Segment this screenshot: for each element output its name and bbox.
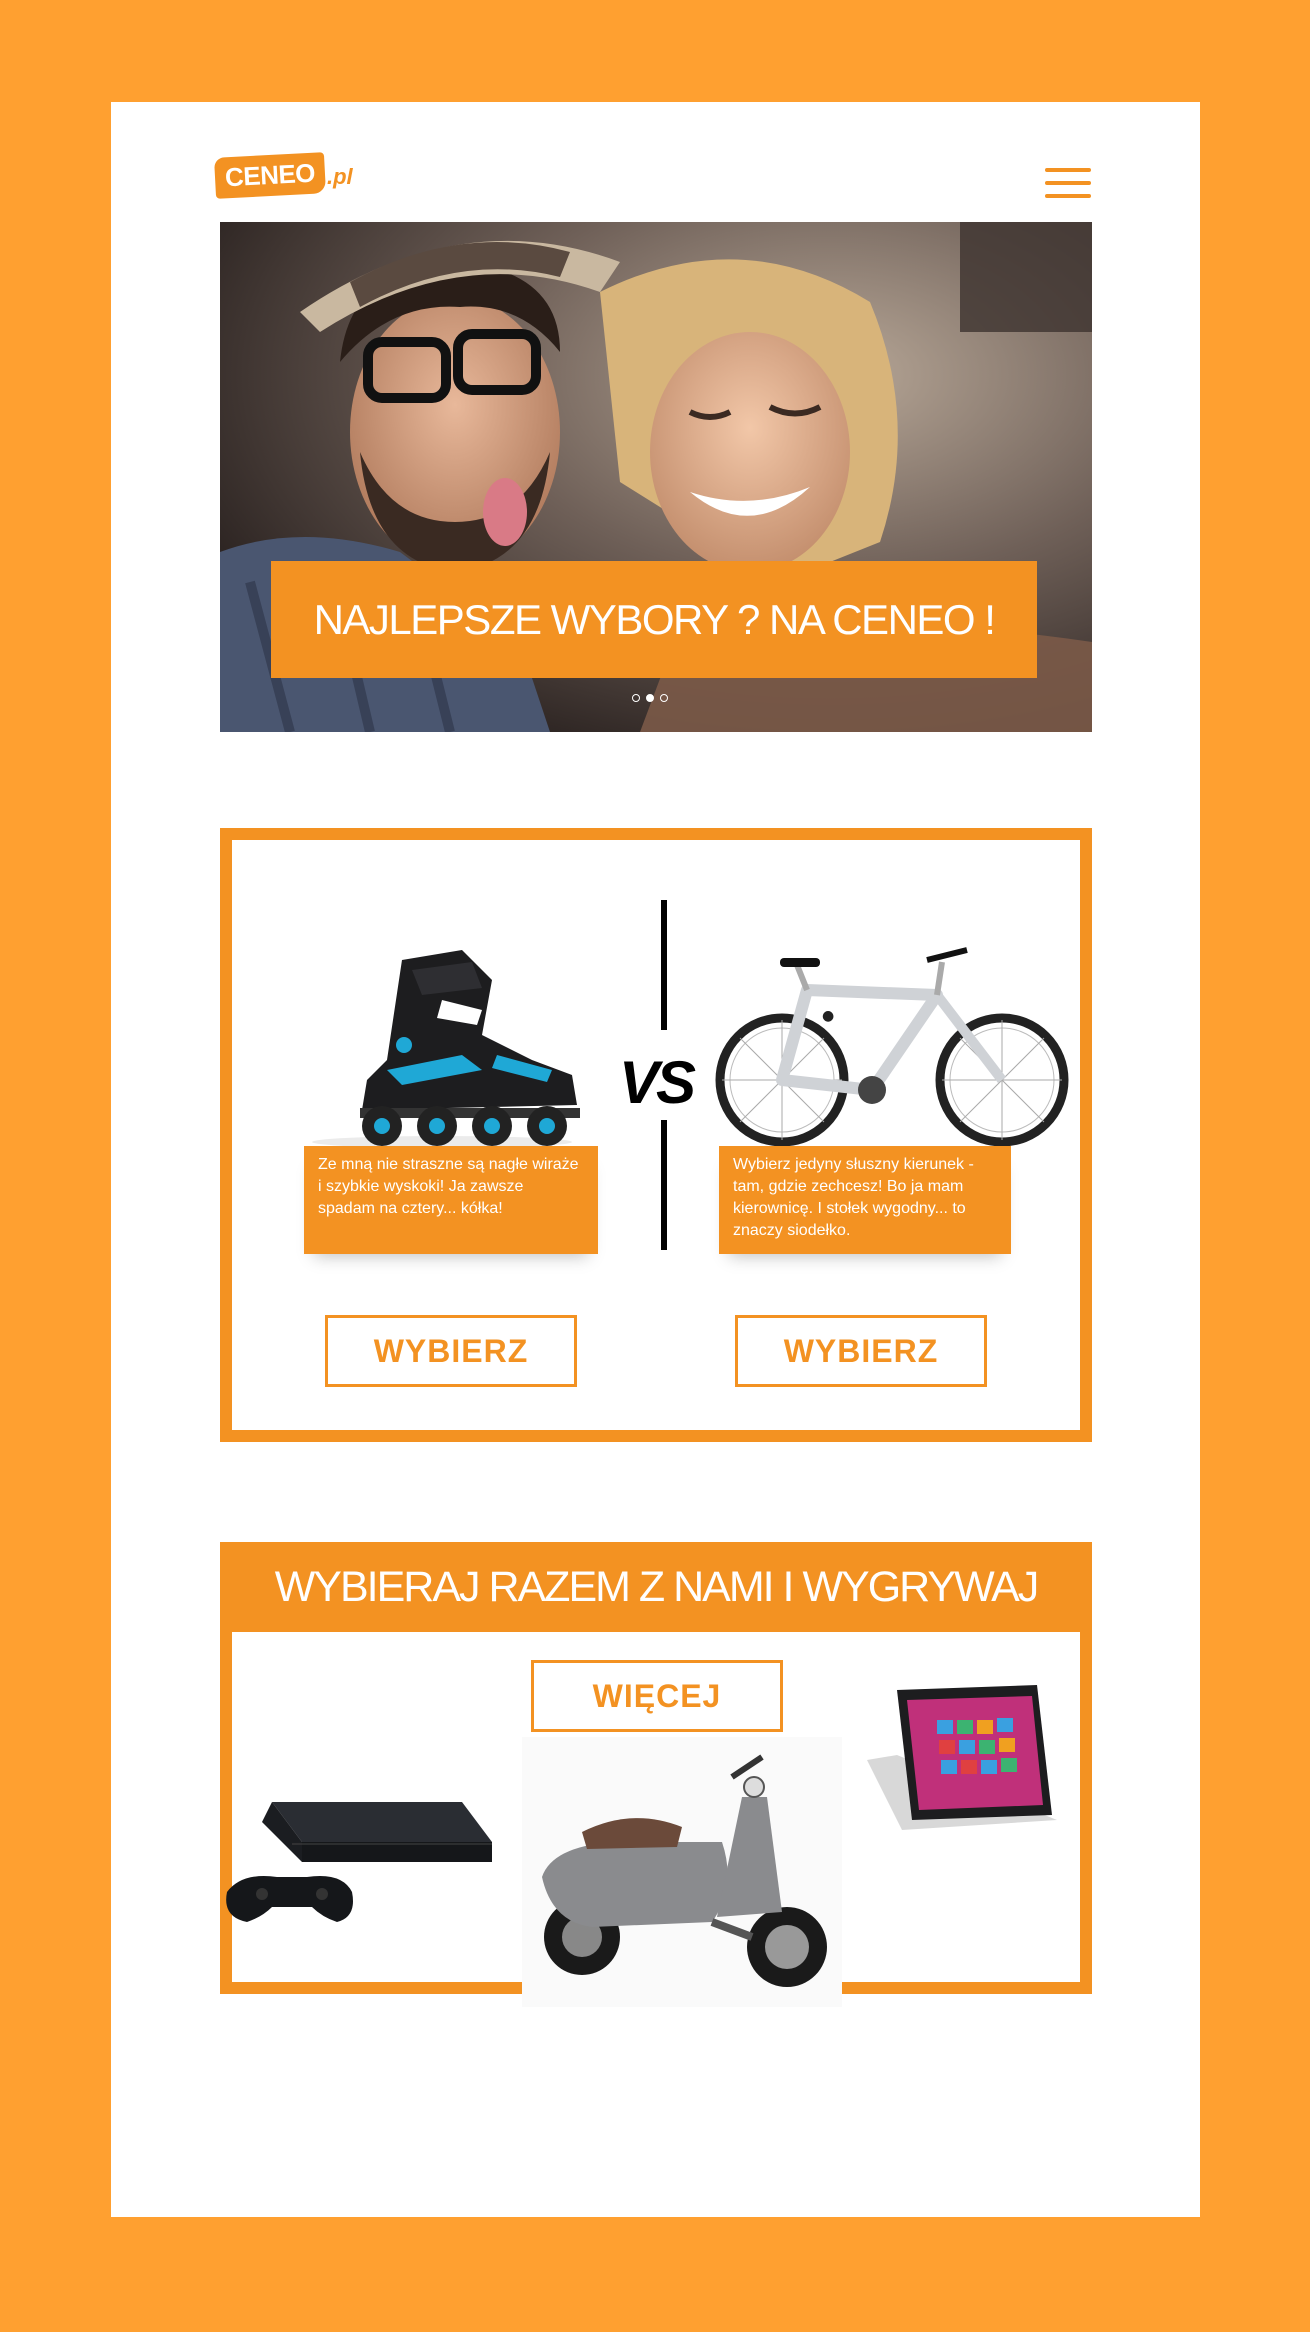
svg-text:●: ● xyxy=(822,1008,834,1024)
hamburger-menu-icon[interactable] xyxy=(1045,168,1091,198)
page-card: CENEO .pl NAJLEPSZE WYBORY ? NA CENEO ! … xyxy=(111,102,1200,2217)
menu-bar xyxy=(1045,168,1091,172)
bicycle-image[interactable]: ● xyxy=(702,940,1082,1150)
bicycle-caption: Wybierz jedyny słuszny kierunek - tam, g… xyxy=(719,1146,1011,1254)
scooter-image[interactable] xyxy=(522,1737,842,2007)
inline-skate-image[interactable] xyxy=(292,940,592,1150)
product-comparison-box: VS Ze mną nie straszne są nagłe wiraże i… xyxy=(220,828,1092,1442)
vs-divider-top xyxy=(661,900,667,1030)
skate-caption: Ze mną nie straszne są nagłe wiraże i sz… xyxy=(304,1146,598,1254)
carousel-dot-2[interactable] xyxy=(646,694,654,702)
ceneo-logo[interactable]: CENEO .pl xyxy=(214,148,353,199)
logo-suffix: .pl xyxy=(326,164,353,189)
game-console-image[interactable] xyxy=(222,1782,502,1962)
contest-title: WYBIERAJ RAZEM Z NAMI I WYGRYWAJ xyxy=(274,1562,1040,1611)
menu-bar xyxy=(1045,181,1091,185)
carousel-dot-3[interactable] xyxy=(660,694,668,702)
carousel-dots xyxy=(632,694,668,702)
hero-carousel[interactable]: NAJLEPSZE WYBORY ? NA CENEO ! xyxy=(220,222,1092,732)
logo-text: CENEO xyxy=(214,152,326,199)
select-skates-button[interactable]: WYBIERZ xyxy=(325,1315,577,1387)
contest-box: WYBIERAJ RAZEM Z NAMI I WYGRYWAJ WIĘCEJ xyxy=(220,1542,1092,2007)
more-button[interactable]: WIĘCEJ xyxy=(531,1660,783,1732)
vs-divider-bottom xyxy=(661,1120,667,1250)
select-bicycle-button[interactable]: WYBIERZ xyxy=(735,1315,987,1387)
tablet-image[interactable] xyxy=(857,1670,1067,1850)
vs-label: VS xyxy=(619,1049,696,1116)
hero-headline-banner: NAJLEPSZE WYBORY ? NA CENEO ! xyxy=(271,561,1037,678)
carousel-dot-1[interactable] xyxy=(632,694,640,702)
contest-header: WYBIERAJ RAZEM Z NAMI I WYGRYWAJ xyxy=(232,1542,1080,1632)
menu-bar xyxy=(1045,194,1091,198)
hero-headline: NAJLEPSZE WYBORY ? NA CENEO ! xyxy=(313,595,996,643)
